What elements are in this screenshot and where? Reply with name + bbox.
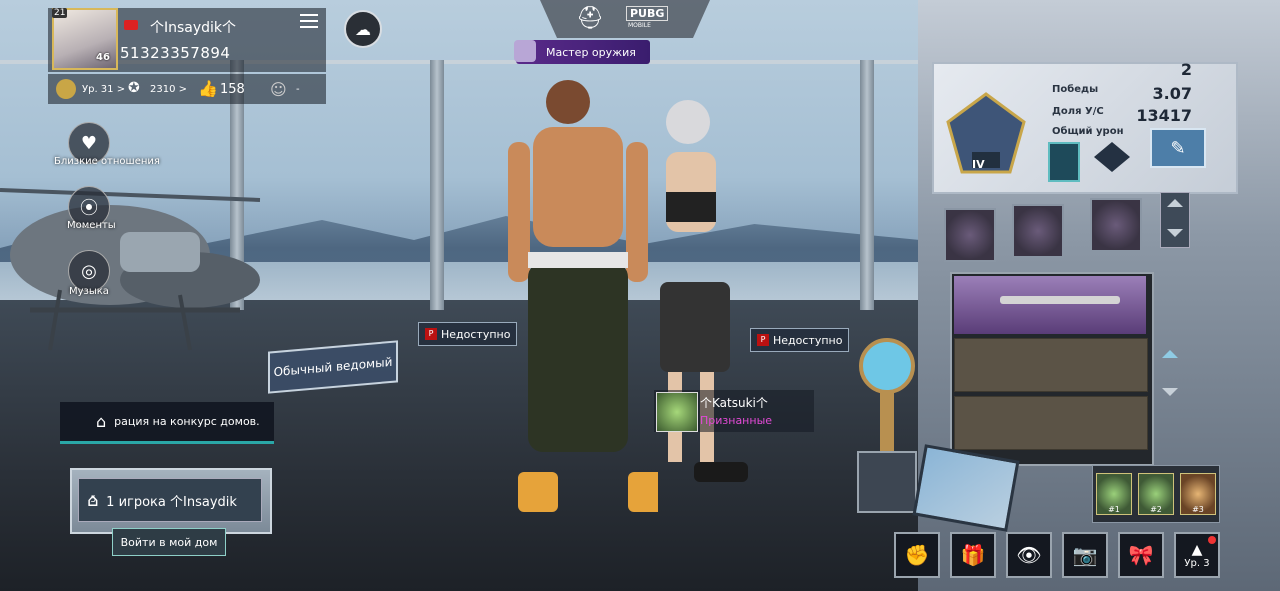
emblem-slot-1[interactable] xyxy=(944,208,996,262)
rank-emblem-icon xyxy=(946,92,1026,174)
housing-contest-banner[interactable]: ⌂ рация на конкурс домов. xyxy=(60,402,274,444)
teammate-character[interactable] xyxy=(640,92,750,492)
helmet-icon[interactable]: ⛑ xyxy=(576,6,604,31)
top-center-panel xyxy=(540,0,710,38)
menu-list-icon[interactable] xyxy=(294,10,320,30)
house-owner-text: 1 игрока 个Insaydik xyxy=(106,494,237,510)
medal-3[interactable]: #3 xyxy=(1180,473,1216,515)
helicopter-model[interactable] xyxy=(0,160,270,370)
damage-label: Общий урон xyxy=(1052,126,1124,137)
emoji-icon[interactable]: ☺ xyxy=(270,80,287,99)
p-icon: P xyxy=(425,328,437,340)
emblem-slot-3[interactable] xyxy=(1090,198,1142,252)
teammate-name: 个Katsuki个 xyxy=(700,396,768,410)
weapon-master-badge[interactable]: Мастер оружия xyxy=(516,40,650,64)
housing-banner-text: рация на конкурс домов. xyxy=(114,415,260,428)
medals-panel[interactable]: #1 #2 #3 xyxy=(1092,465,1220,523)
unavailable-label: Недоступно xyxy=(773,333,843,347)
music-label: Музыка xyxy=(69,286,109,297)
pubg-logo: PUBG xyxy=(626,6,669,21)
drawer-up-icon[interactable] xyxy=(1162,350,1178,358)
drawer-3[interactable] xyxy=(954,396,1148,450)
moments-label: Моменты xyxy=(67,220,116,231)
unavailable-slot-left[interactable]: P Недоступно xyxy=(418,322,518,346)
teammate-avatar xyxy=(656,392,698,432)
tier-shield-icon[interactable] xyxy=(1048,142,1080,182)
thumbs-up-icon[interactable]: 👍 xyxy=(198,79,218,98)
leader-sign-label: Обычный ведомый xyxy=(273,354,393,380)
drawer-down-icon[interactable] xyxy=(1162,388,1178,396)
trophy-globe[interactable] xyxy=(852,326,922,516)
drawer-2[interactable] xyxy=(954,338,1148,392)
slot-scroll[interactable] xyxy=(1160,192,1190,248)
teammate-subtitle: Признанные xyxy=(700,414,773,427)
scroll-up-icon[interactable] xyxy=(1167,199,1183,207)
emoji-placeholder: - xyxy=(296,84,300,95)
avatar-level: 46 xyxy=(96,52,110,63)
p-icon: P xyxy=(757,334,769,346)
house-icon: ⌂ xyxy=(96,412,107,431)
relationships-label: Близкие отношения xyxy=(54,156,160,167)
kd-label: Доля У/С xyxy=(1052,106,1104,117)
rank-roman: IV xyxy=(972,158,985,171)
unavailable-slot-right[interactable]: P Недоступно xyxy=(750,328,850,352)
notification-dot xyxy=(1208,536,1216,544)
window-pillar xyxy=(430,60,444,310)
player-character[interactable] xyxy=(498,72,658,522)
house-count: 5 xyxy=(90,495,97,505)
scroll-down-icon[interactable] xyxy=(1167,229,1183,237)
user-id: 51323357894 xyxy=(120,44,231,62)
enter-house-button[interactable]: Войти в мой дом xyxy=(112,528,226,556)
star-icon: ✪ xyxy=(128,80,140,96)
weapon-drawer[interactable] xyxy=(954,276,1146,334)
gift-icon[interactable]: 🎁 xyxy=(950,532,996,578)
weapon-master-icon xyxy=(514,40,536,62)
gift-alt-icon[interactable]: 🎀 xyxy=(1118,532,1164,578)
medal-rank: #1 xyxy=(1108,505,1120,514)
damage-value: 13417 xyxy=(1136,106,1192,125)
edit-icon[interactable]: ✎ xyxy=(1150,128,1206,168)
medal-rank: #2 xyxy=(1150,505,1162,514)
rifle-icon xyxy=(1000,296,1120,304)
emblem-slot-2[interactable] xyxy=(1012,204,1064,258)
kd-value: 3.07 xyxy=(1152,84,1192,103)
flag-icon xyxy=(124,20,138,30)
cloud-upload-icon[interactable]: ☁ xyxy=(344,10,382,48)
window-pillar xyxy=(860,60,874,310)
weapon-master-label: Мастер оружия xyxy=(546,45,636,59)
level-triangle-icon: ▲ xyxy=(1191,541,1203,558)
pubg-logo-sub: MOBILE xyxy=(628,22,651,29)
fist-icon[interactable]: ✊ xyxy=(894,532,940,578)
medal-rank: #3 xyxy=(1192,505,1204,514)
medal-1[interactable]: #1 xyxy=(1096,473,1132,515)
unavailable-label: Недоступно xyxy=(441,327,511,341)
tier-icon xyxy=(56,79,76,99)
username: 个Insaydik个 xyxy=(150,20,237,36)
tier-label[interactable]: Ур. 31 > xyxy=(82,84,125,95)
level-label: Ур. 3 xyxy=(1184,557,1210,569)
wins-value: 2 xyxy=(1180,60,1192,79)
house-info[interactable]: ⌂ 5 1 игрока 个Insaydik xyxy=(78,478,262,522)
medal-2[interactable]: #2 xyxy=(1138,473,1174,515)
wins-label: Победы xyxy=(1052,84,1099,95)
camera-icon[interactable]: 📷 xyxy=(1062,532,1108,578)
likes-count: 158 xyxy=(220,82,245,97)
level-badge: 21 xyxy=(52,8,68,18)
inventory-eye-icon[interactable]: 👁 xyxy=(1006,532,1052,578)
points-label[interactable]: 2310 > xyxy=(150,84,187,95)
